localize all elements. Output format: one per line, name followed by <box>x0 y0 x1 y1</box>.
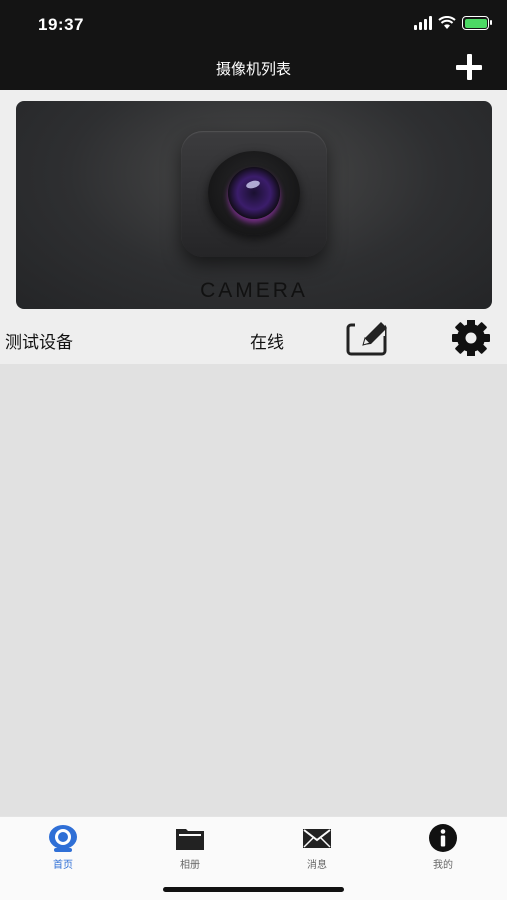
device-name: 测试设备 <box>5 333 73 352</box>
camera-illustration <box>181 131 327 257</box>
device-card[interactable]: CAMERA 测试设备 在线 <box>0 90 507 364</box>
battery-icon <box>462 16 492 30</box>
wifi-icon <box>438 16 456 29</box>
status-icons <box>414 16 492 30</box>
tab-profile[interactable]: 我的 <box>403 823 483 877</box>
status-time: 19:37 <box>38 15 84 34</box>
add-device-button[interactable] <box>455 54 483 80</box>
tab-messages[interactable]: 消息 <box>277 823 357 877</box>
tab-album[interactable]: 相册 <box>150 823 230 877</box>
device-settings-button[interactable] <box>449 319 493 357</box>
device-status: 在线 <box>250 333 284 352</box>
folder-icon <box>176 829 204 850</box>
camera-icon <box>49 825 77 852</box>
cellular-signal-icon <box>414 16 432 30</box>
device-thumbnail[interactable]: CAMERA <box>16 101 492 309</box>
edit-icon <box>346 322 387 356</box>
camera-image-label: CAMERA <box>200 279 308 302</box>
envelope-icon <box>303 829 331 848</box>
gear-icon <box>452 319 490 357</box>
tab-label: 相册 <box>180 860 200 871</box>
home-indicator <box>163 887 344 892</box>
info-icon <box>429 824 457 852</box>
tab-label: 我的 <box>433 860 453 871</box>
tab-label: 首页 <box>53 860 73 871</box>
tab-home[interactable]: 首页 <box>23 823 103 877</box>
top-header: 19:37 摄像机列表 <box>0 0 507 90</box>
device-info-row: 测试设备 在线 <box>0 310 507 364</box>
tab-label: 消息 <box>307 860 327 871</box>
page-title: 摄像机列表 <box>215 61 291 78</box>
edit-device-button[interactable] <box>345 320 389 356</box>
